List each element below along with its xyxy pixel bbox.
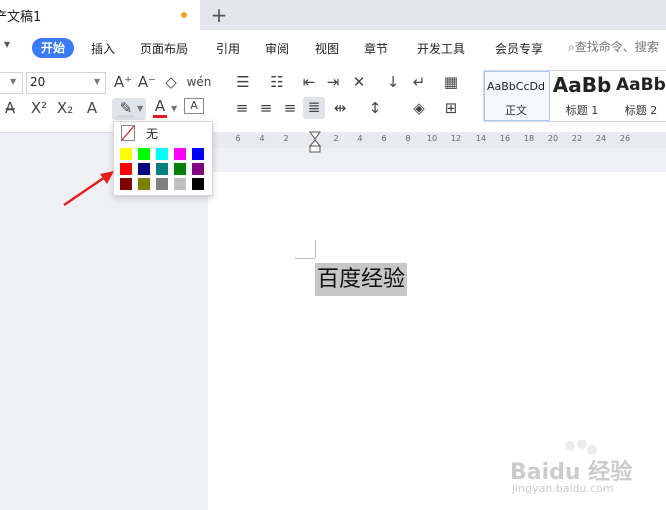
color-swatch[interactable] <box>156 148 168 160</box>
char-border-icon[interactable]: A <box>184 98 204 114</box>
menu-review[interactable]: 审阅 <box>265 40 289 57</box>
ruler-number: 16 <box>499 134 511 143</box>
chinese-layout-icon[interactable]: ✕ <box>348 72 370 92</box>
menu-references[interactable]: 引用 <box>216 40 240 57</box>
text-effect-icon[interactable]: A <box>82 98 102 118</box>
ruler-number: 12 <box>450 134 462 143</box>
ruler-number: 6 <box>235 134 241 143</box>
red-arrow-annotation <box>63 171 114 207</box>
ruler-number: 24 <box>595 134 607 143</box>
color-swatch[interactable] <box>138 163 150 175</box>
menu-page-layout[interactable]: 页面布局 <box>140 40 188 57</box>
color-swatch[interactable] <box>156 163 168 175</box>
font-color-icon[interactable]: A <box>150 96 170 116</box>
menu-chapter[interactable]: 章节 <box>364 40 388 57</box>
shading-icon[interactable]: ◈ <box>408 98 430 118</box>
sort-icon[interactable]: ↓ <box>382 72 404 92</box>
decrease-indent-icon[interactable]: ⇤ <box>298 72 320 92</box>
selected-document-text[interactable]: 百度经验 <box>315 263 408 296</box>
color-swatch[interactable] <box>192 178 204 190</box>
indent-marker-icon[interactable] <box>309 131 321 153</box>
ruler-number: 18 <box>523 134 535 143</box>
ruler-number: 26 <box>619 134 631 143</box>
menu-insert[interactable]: 插入 <box>91 40 115 57</box>
ruler-number: 4 <box>259 134 265 143</box>
color-swatch[interactable] <box>120 148 132 160</box>
align-right-icon[interactable]: ≡ <box>280 98 300 118</box>
new-tab-button[interactable]: + <box>206 2 232 28</box>
menu-collapse-icon[interactable]: ▾ <box>4 37 10 51</box>
show-marks-icon[interactable]: ↵ <box>408 72 430 92</box>
ruler-number: 14 <box>475 134 487 143</box>
watermark-url: jingyan.baidu.com <box>512 482 614 495</box>
subscript-icon[interactable]: X₂ <box>54 98 76 118</box>
bullet-list-icon[interactable]: ☰ <box>232 72 254 92</box>
menu-view[interactable]: 视图 <box>315 40 339 57</box>
chevron-down-icon: ▼ <box>171 104 178 113</box>
ruler-number: 4 <box>357 134 363 143</box>
align-center-icon[interactable]: ≡ <box>256 98 276 118</box>
style-heading2-label: 标题 2 <box>624 104 658 117</box>
ruler-number: 10 <box>426 134 438 143</box>
style-heading1-sample[interactable]: AaBb <box>550 73 614 97</box>
color-swatch[interactable] <box>174 148 186 160</box>
align-left-icon[interactable]: ≡ <box>232 98 252 118</box>
numbered-list-icon[interactable]: ☷ <box>266 72 288 92</box>
color-swatch[interactable] <box>156 178 168 190</box>
menu-member[interactable]: 会员专享 <box>495 40 543 57</box>
clear-format-icon[interactable]: ◇ <box>160 72 182 92</box>
borders-icon[interactable]: ⊞ <box>440 98 462 118</box>
grow-font-icon[interactable]: A⁺ <box>112 72 134 92</box>
style-heading2-sample[interactable]: AaBb <box>616 75 666 95</box>
color-swatch[interactable] <box>174 163 186 175</box>
command-search[interactable]: ⌕查找命令、搜索 <box>568 38 666 58</box>
chevron-down-icon: ▼ <box>137 104 144 113</box>
ruler-number: 2 <box>283 134 289 143</box>
color-swatch[interactable] <box>138 178 150 190</box>
color-swatch[interactable] <box>120 178 132 190</box>
style-normal-sample: AaBbCcDd <box>487 80 545 93</box>
superscript-icon[interactable]: X² <box>28 98 50 118</box>
justify-icon[interactable]: ≣ <box>303 97 325 119</box>
style-normal-label: 正文 <box>505 104 527 117</box>
ruler-number: 8 <box>405 134 411 143</box>
phonetic-guide-icon[interactable]: wén <box>186 72 212 92</box>
chevron-down-icon: ▼ <box>10 77 17 86</box>
ruler-number: 20 <box>547 134 559 143</box>
menu-developer[interactable]: 开发工具 <box>417 40 465 57</box>
color-swatch[interactable] <box>138 148 150 160</box>
color-swatch[interactable] <box>192 163 204 175</box>
chevron-down-icon: ▼ <box>94 77 101 86</box>
shrink-font-icon[interactable]: A⁻ <box>136 72 158 92</box>
font-color-bar <box>153 115 167 118</box>
ruler-number: 2 <box>333 134 339 143</box>
no-color-label[interactable]: 无 <box>146 125 158 142</box>
color-swatch[interactable] <box>192 148 204 160</box>
search-icon: ⌕ <box>568 40 575 54</box>
increase-indent-icon[interactable]: ⇥ <box>322 72 344 92</box>
color-swatch[interactable] <box>174 178 186 190</box>
margin-guide <box>315 240 316 258</box>
line-spacing-icon[interactable]: ↕ <box>364 98 386 118</box>
highlight-color-bar <box>117 115 135 118</box>
distributed-icon[interactable]: ⇹ <box>330 98 350 118</box>
style-heading1-label: 标题 1 <box>565 104 599 117</box>
tab-stops-icon[interactable]: ▦ <box>440 72 462 92</box>
no-color-icon[interactable] <box>121 125 135 141</box>
ruler-number: 6 <box>381 134 387 143</box>
color-swatch[interactable] <box>120 163 132 175</box>
unsaved-indicator <box>181 12 187 18</box>
margin-guide <box>295 258 315 259</box>
document-tab-title: 产文稿1 <box>0 10 42 25</box>
ruler-number: 22 <box>571 134 583 143</box>
strikethrough-icon[interactable]: A̶ <box>0 98 20 118</box>
menu-home-tab[interactable]: 开始 <box>32 38 74 58</box>
font-size-value: 20 <box>30 75 46 89</box>
